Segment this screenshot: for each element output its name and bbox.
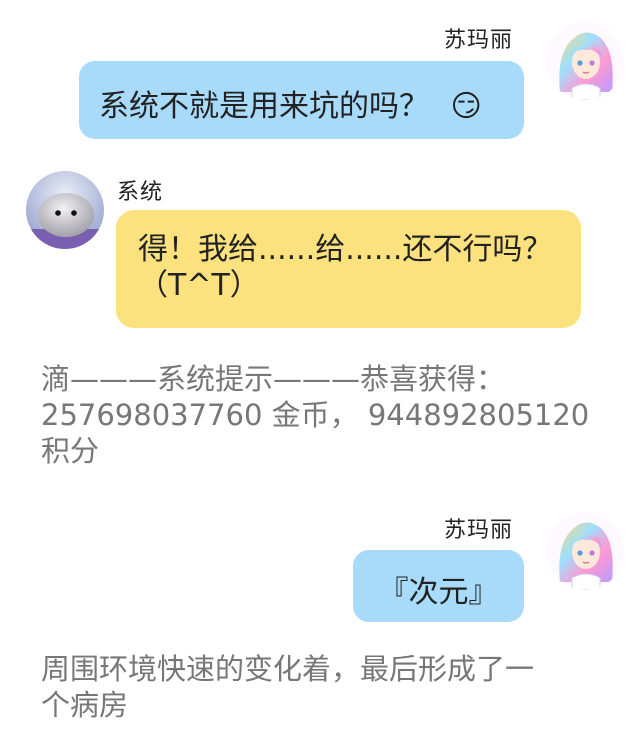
system-avatar[interactable] (26, 171, 104, 249)
narration-block: 滴———系统提示———恭喜获得： 257698037760 金币， 944892… (41, 361, 589, 469)
narration-line: 滴———系统提示———恭喜获得： (41, 362, 506, 396)
sumali-avatar[interactable] (546, 22, 624, 100)
sender-name: 系统 (117, 180, 164, 205)
sender-name: 苏玛丽 (444, 28, 514, 53)
narration-block: 周围环境快速的变化着，最后形成了一 个病房 (41, 651, 534, 723)
narration-line: 积分 (41, 434, 100, 468)
message-text: 『次元』 (378, 575, 499, 610)
smirk-emoji-icon: 😏 (450, 89, 482, 124)
message-bubble[interactable]: 系统不就是用来坑的吗？ 😏 (79, 61, 524, 139)
narration-line: 个病房 (41, 688, 129, 722)
message-text: 得！我给......给......还不行吗？ (138, 232, 553, 267)
sender-name: 苏玛丽 (444, 518, 514, 543)
message-bubble[interactable]: 『次元』 (353, 550, 524, 622)
message-text: 系统不就是用来坑的吗？ (99, 89, 429, 124)
narration-line: 周围环境快速的变化着，最后形成了一 (41, 652, 535, 686)
message-bubble[interactable]: 得！我给......给......还不行吗？ （T^T） (116, 210, 581, 328)
narration-line: 257698037760 金币， 944892805120 (41, 398, 590, 432)
message-text: （T^T） (138, 268, 260, 303)
sumali-avatar[interactable] (546, 512, 624, 590)
